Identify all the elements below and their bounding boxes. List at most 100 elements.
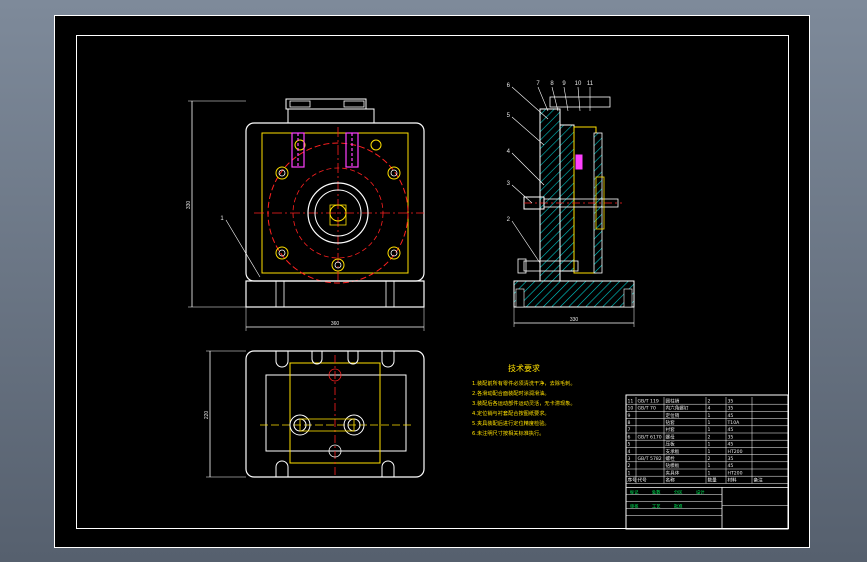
bom-row-cell: 1 xyxy=(708,470,711,476)
bom-row-cell: 6 xyxy=(628,434,631,440)
side-label-2: 2 xyxy=(507,217,511,223)
bom-row-cell: 1 xyxy=(708,463,711,469)
bom-header-cell: 序号 xyxy=(628,477,638,484)
bom-header-cell: 材料 xyxy=(728,477,738,484)
side-view-section: 330 6 5 4 3 2 7 8 9 10 11 xyxy=(507,81,635,327)
top-dim-label: 220 xyxy=(204,411,210,420)
bom-row-cell: 内六角螺钉 xyxy=(666,405,689,412)
bom-row-cell: 45 xyxy=(728,463,734,469)
side-label-11: 11 xyxy=(587,81,594,87)
bom-row-cell: 45 xyxy=(728,413,734,419)
title-block-footer-label: 标记 xyxy=(630,488,639,495)
bom-row-cell: 2 xyxy=(708,456,711,462)
tech-line-4: 4.定位销与衬套配合按图纸要求。 xyxy=(472,409,550,417)
bom-row-cell: 10 xyxy=(628,406,634,412)
tech-line-1: 1.装配前所有零件必须清洗干净，去除毛刺。 xyxy=(472,379,576,387)
side-label-6: 6 xyxy=(507,83,511,89)
title-block-footer-label: 批准 xyxy=(674,502,682,509)
bom-row-cell: 1 xyxy=(708,449,711,455)
bom-row-cell: 7 xyxy=(628,427,631,433)
drawing-sheet: 330 360 1 330 6 5 4 3 2 7 8 9 10 11 220 … xyxy=(54,15,810,548)
bom-row-cell: 35 xyxy=(728,398,734,404)
tech-line-6: 6.未注明尺寸按相关标准执行。 xyxy=(472,429,544,437)
dim-width-label: 360 xyxy=(331,321,340,327)
bom-row-cell: 9 xyxy=(628,413,631,419)
bom-row-cell: 45 xyxy=(728,427,734,433)
side-fixture-body xyxy=(573,126,597,274)
technical-requirements: 技术要求 1.装配前所有零件必须清洗干净，去除毛刺。 2.各滑动配合面装配时涂润… xyxy=(472,363,576,437)
side-magenta-pin xyxy=(575,154,583,170)
title-block: 11 GB/T 119 圆柱销 2 3510 GB/T 70 内六角螺钉 4 359 定位销 1 45… xyxy=(625,394,789,530)
leader-label-1: 1 xyxy=(220,216,224,222)
top-view-body xyxy=(265,374,407,452)
bom-row-cell: 螺栓 xyxy=(666,455,676,462)
side-base xyxy=(513,280,635,308)
bom-header-cell: 代号 xyxy=(638,477,648,484)
bom-row-cell: T10A xyxy=(727,420,741,426)
tech-title: 技术要求 xyxy=(508,363,540,373)
bom-row-cell: 压板 xyxy=(666,441,676,448)
tech-line-3: 3.装配后各运动部件运动灵活，无卡滞现象。 xyxy=(472,399,576,407)
side-label-5: 5 xyxy=(507,113,511,119)
side-label-4: 4 xyxy=(507,149,511,155)
bom-row-cell: 5 xyxy=(628,442,631,448)
bom-row-cell: 4 xyxy=(708,406,711,412)
side-label-8: 8 xyxy=(550,81,554,87)
bom-header-cell: 数量 xyxy=(708,477,718,484)
title-block-footer-label: 工艺 xyxy=(652,503,660,508)
bom-row-cell: 衬套 xyxy=(666,426,676,433)
top-view: 220 xyxy=(204,350,425,478)
base-plate xyxy=(245,280,425,308)
title-block-footer-label: 审核 xyxy=(630,502,639,509)
tech-line-5: 5.夹具装配后进行定位精度检验。 xyxy=(472,419,550,427)
bom-row-cell: 35 xyxy=(728,434,734,440)
title-block-footer-label: 分区 xyxy=(674,488,682,495)
bom-row-cell: 圆柱销 xyxy=(666,397,680,404)
bom-row-cell: 2 xyxy=(708,434,711,440)
bom-row-cell: 35 xyxy=(728,456,734,462)
sheet-border xyxy=(54,15,810,548)
bom-row-cell: 钻套 xyxy=(666,419,676,426)
bom-row-cell: 1 xyxy=(708,413,711,419)
bom-row-cell: 3 xyxy=(628,456,631,462)
bom-row-cell: GB/T 6170 xyxy=(638,434,662,440)
bom-header-cell: 备注 xyxy=(754,477,764,484)
bom-row-cell: 螺母 xyxy=(666,433,676,440)
bom-row-cell: 8 xyxy=(628,420,631,426)
drill-plate-outline xyxy=(245,122,425,282)
bom-row-cell: HT200 xyxy=(728,449,743,455)
cad-drawing: 330 360 1 330 6 5 4 3 2 7 8 9 10 11 220 … xyxy=(54,15,810,548)
plate-inner-outline xyxy=(261,132,409,274)
bom-row-cell: 4 xyxy=(628,449,631,455)
bom-row-cell: 45 xyxy=(728,442,734,448)
bom-row-cell: 夹具体 xyxy=(666,469,680,476)
title-block-footer-label: 设计 xyxy=(696,488,704,495)
side-label-7: 7 xyxy=(536,81,540,87)
top-clamp-bar xyxy=(285,98,367,110)
side-upright xyxy=(539,108,561,282)
bom-row-cell: GB/T 70 xyxy=(638,406,656,412)
bom-row-cell: HT200 xyxy=(728,470,743,476)
dim-height-label: 330 xyxy=(186,201,192,210)
bom-row-cell: 2 xyxy=(628,463,631,469)
bom-row-cell: GB/T 5782 xyxy=(638,456,662,462)
side-plate xyxy=(559,124,575,272)
side-top-clamp xyxy=(549,96,611,108)
bom-row-cell: 钻模板 xyxy=(666,462,680,469)
bom-row-cell: 支承板 xyxy=(666,448,680,455)
bom-row-cell: 1 xyxy=(708,442,711,448)
front-view: 330 360 1 xyxy=(186,98,425,331)
title-block-footer-label: 处数 xyxy=(652,488,661,495)
top-clamp-block xyxy=(287,108,375,124)
bom-row-cell: GB/T 119 xyxy=(638,398,659,404)
bom-row-cell: 1 xyxy=(708,427,711,433)
bom-row-cell: 2 xyxy=(708,398,711,404)
bom-row-cell: 1 xyxy=(708,420,711,426)
side-label-9: 9 xyxy=(562,81,566,87)
bom-row-cell: 定位销 xyxy=(666,412,680,419)
bom-row-cell: 11 xyxy=(628,398,634,404)
bom-row-cell: 1 xyxy=(628,470,631,476)
tech-line-2: 2.各滑动配合面装配时涂润滑油。 xyxy=(472,389,550,397)
side-dim-label: 330 xyxy=(570,317,579,323)
side-label-10: 10 xyxy=(575,81,582,87)
